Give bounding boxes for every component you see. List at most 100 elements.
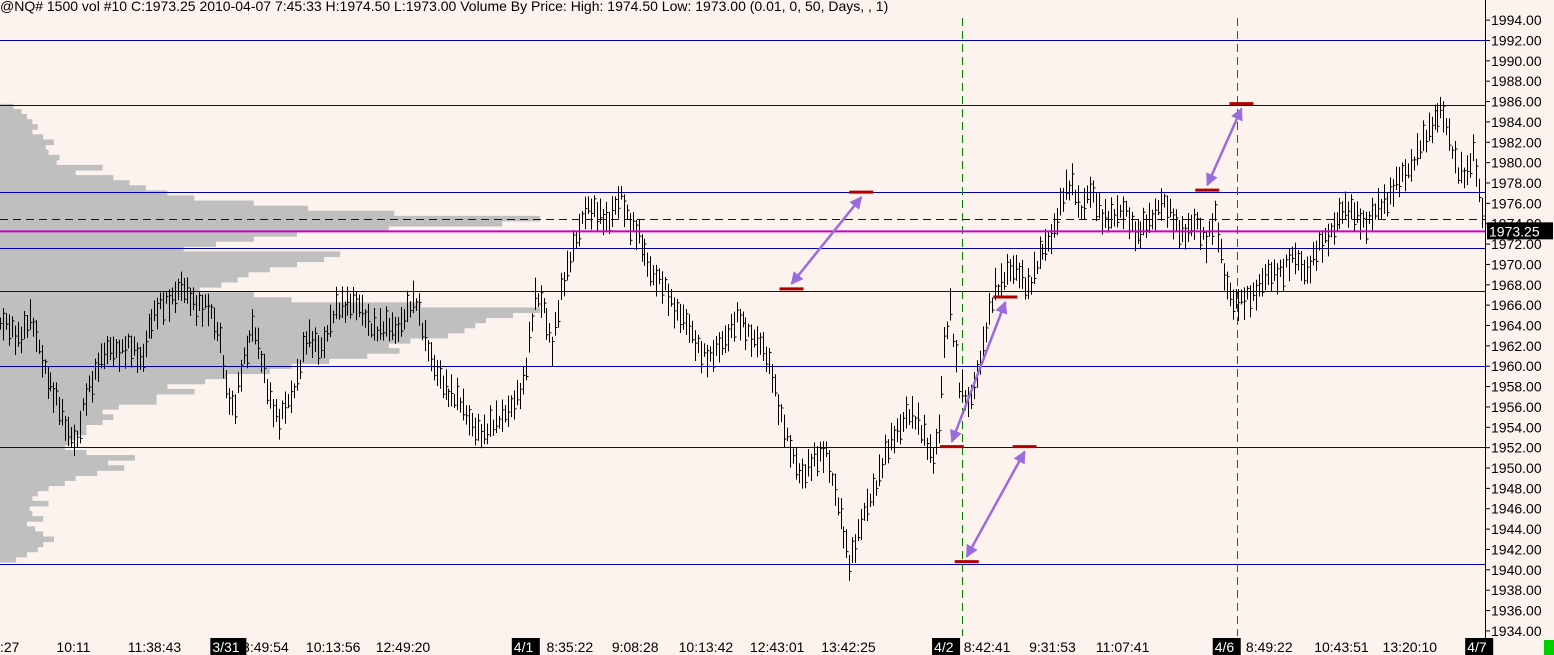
volume-profile-bar — [0, 205, 308, 212]
volume-profile-bar — [0, 124, 38, 130]
y-axis-tick-label: 1942.00 — [1491, 541, 1542, 557]
y-axis-tick-label: 1946.00 — [1491, 501, 1542, 517]
volume-profile-bar — [0, 521, 27, 527]
volume-profile-bar — [0, 271, 249, 278]
y-axis-tick-label: 1960.00 — [1491, 358, 1542, 374]
volume-profile-bar — [0, 215, 540, 222]
volume-profile-bar — [0, 210, 395, 217]
price-chart[interactable]: 1994.00 1992.00 1990.00 1988.00 1986.00 1984.… — [0, 0, 1554, 655]
volume-profile-bar — [0, 200, 254, 207]
volume-profile-bar — [0, 129, 33, 135]
x-axis-time-label: 9:08:28 — [612, 639, 659, 655]
session-date-label: 4/2 — [934, 639, 954, 655]
volume-profile-bar — [0, 383, 168, 390]
volume-profile-bar — [0, 241, 216, 247]
x-axis-time-label: 8:35:22 — [546, 639, 593, 655]
volume-profile-bar — [0, 139, 54, 146]
x-axis-time-label: 12:49:20 — [376, 639, 431, 655]
volume-profile-bar — [0, 220, 503, 227]
y-axis-tick-label: 1956.00 — [1491, 399, 1542, 415]
volume-profile-bar — [0, 114, 27, 120]
y-axis-tick-label: 1948.00 — [1491, 480, 1542, 496]
y-axis-tick-label: 1936.00 — [1491, 603, 1542, 619]
volume-profile-bar — [0, 429, 87, 436]
volume-profile-bar — [0, 424, 87, 431]
volume-profile-bar — [0, 449, 87, 456]
x-axis-time-label: 11:38:43 — [128, 639, 182, 655]
volume-profile-bar — [0, 516, 44, 522]
volume-profile-bar — [0, 134, 44, 140]
volume-profile-bar — [0, 108, 22, 115]
y-axis-tick-label: 1940.00 — [1491, 562, 1542, 578]
double-arrow — [1206, 107, 1243, 187]
double-arrow — [950, 300, 1008, 443]
volume-profile-bar — [0, 236, 254, 242]
y-axis-tick-label: 1952.00 — [1491, 440, 1542, 456]
volume-profile-bar — [0, 281, 222, 288]
volume-profile-bar — [0, 556, 17, 563]
y-axis-tick-label: 1978.00 — [1491, 175, 1542, 191]
volume-profile-bar — [0, 266, 270, 273]
x-axis-time-label: 13:42:25 — [821, 639, 876, 655]
volume-profile-bar — [0, 246, 184, 252]
connection-status-indicator — [1544, 640, 1554, 655]
x-axis-time-label: 10:11 — [56, 639, 90, 655]
volume-profile-bar — [0, 337, 411, 344]
volume-profile-bar — [0, 378, 206, 385]
volume-profile-bar — [0, 551, 27, 558]
volume-profile-bar — [0, 536, 54, 543]
volume-profile-bar — [0, 414, 114, 420]
volume-profile-bar — [0, 261, 297, 268]
x-axis-time-label: 13:20:10 — [1383, 639, 1438, 655]
y-axis-tick-label: 1950.00 — [1491, 460, 1542, 476]
session-date-label: 4/1 — [514, 639, 534, 655]
volume-profile-bar — [0, 505, 30, 512]
y-axis-tick-label: 1966.00 — [1491, 297, 1542, 313]
volume-profile-bar — [0, 455, 135, 461]
volume-profile-bar — [0, 546, 38, 553]
y-axis-tick-label: 1970.00 — [1491, 256, 1542, 272]
session-date-label: 4/6 — [1215, 639, 1235, 655]
y-axis-tick-label: 1954.00 — [1491, 419, 1542, 435]
y-axis-tick-label: 1980.00 — [1491, 155, 1542, 171]
volume-profile-bar — [0, 103, 14, 110]
volume-profile-bar — [0, 175, 114, 181]
x-axis-time-label: 8:49:22 — [1246, 639, 1293, 655]
y-axis-tick-label: 1992.00 — [1491, 32, 1542, 48]
volume-profile-bar — [0, 460, 108, 466]
x-axis-time-label: :27 — [0, 639, 20, 655]
volume-profile-bar — [0, 409, 103, 415]
volume-profile-bar — [0, 465, 125, 471]
volume-profile-bar — [0, 388, 195, 395]
volume-profile-bar — [0, 195, 195, 202]
volume-profile-bar — [0, 500, 49, 507]
volume-profile-bar — [0, 526, 36, 532]
volume-profile-bar — [0, 327, 465, 334]
y-axis-tick-label: 1962.00 — [1491, 338, 1542, 354]
y-axis-tick-label: 1986.00 — [1491, 94, 1542, 110]
volume-profile-bar — [0, 317, 486, 324]
y-axis-tick-label: 1994.00 — [1491, 12, 1542, 28]
last-price-label: 1973.25 — [1489, 223, 1540, 239]
double-arrow — [790, 196, 863, 285]
volume-profile-bar — [0, 419, 103, 426]
y-axis-tick-label: 1938.00 — [1491, 582, 1542, 598]
volume-profile-bar — [0, 312, 513, 319]
x-axis-time-label: 10:43:51 — [1314, 639, 1369, 655]
volume-profile-bar — [0, 302, 422, 308]
volume-profile-bar — [0, 531, 44, 537]
y-axis-tick-label: 1934.00 — [1491, 623, 1542, 639]
volume-profile-bar — [0, 439, 71, 446]
volume-profile-bar — [0, 256, 324, 263]
volume-profile-bar — [0, 149, 49, 156]
volume-profile-bar — [0, 480, 65, 487]
x-axis-time-label: 10:13:56 — [306, 639, 361, 655]
volume-profile-bar — [0, 358, 330, 364]
volume-profile-bar — [0, 159, 57, 166]
x-axis-time-label: 9:31:53 — [1029, 639, 1076, 655]
volume-profile-bar — [0, 470, 98, 476]
volume-profile-bar — [0, 119, 33, 125]
volume-profile-bar — [0, 180, 130, 186]
volume-profile-bar — [0, 292, 254, 298]
volume-profile-bar — [0, 170, 76, 176]
